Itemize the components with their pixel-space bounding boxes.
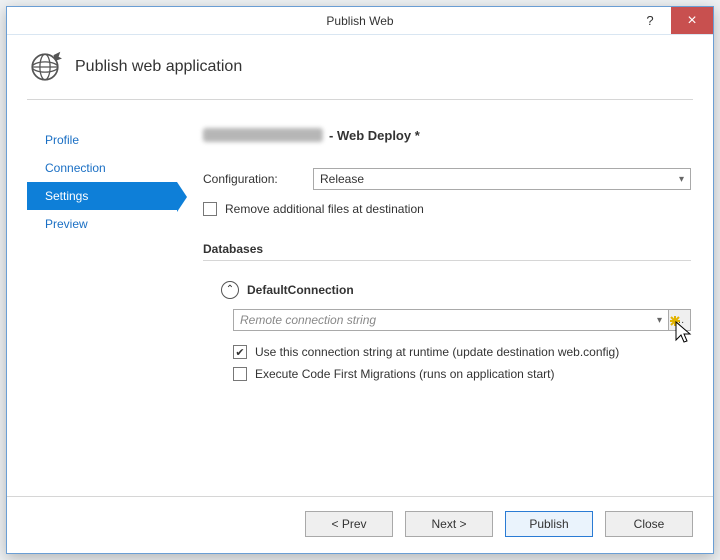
connection-browse-button[interactable]: … (669, 309, 691, 331)
remove-files-checkbox[interactable] (203, 202, 217, 216)
publish-button[interactable]: Publish (505, 511, 593, 537)
wizard-sidebar: Profile Connection Settings Preview (27, 110, 177, 496)
sidebar-item-preview[interactable]: Preview (27, 210, 177, 238)
configuration-row: Configuration: Release ▾ (203, 168, 691, 190)
ellipsis-icon: … (675, 315, 685, 326)
db-collapse-toggle[interactable]: ⌃ (221, 281, 239, 299)
next-button[interactable]: Next > (405, 511, 493, 537)
databases-separator (203, 260, 691, 261)
chevron-up-icon: ⌃ (226, 285, 234, 295)
databases-heading: Databases (203, 242, 691, 256)
globe-icon (27, 49, 63, 85)
use-conn-checkbox[interactable] (233, 345, 247, 359)
chevron-down-icon: ▾ (679, 174, 684, 185)
migrations-label[interactable]: Execute Code First Migrations (runs on a… (255, 367, 554, 381)
connection-string-combobox[interactable]: Remote connection string ▾ (233, 309, 669, 331)
dialog-body: Profile Connection Settings Preview - We… (7, 100, 713, 496)
sidebar-item-connection[interactable]: Connection (27, 154, 177, 182)
settings-panel: - Web Deploy * Configuration: Release ▾ … (177, 110, 693, 496)
profile-name-redacted (203, 128, 323, 142)
migrations-checkbox[interactable] (233, 367, 247, 381)
db-options: Use this connection string at runtime (u… (233, 345, 691, 381)
db-header-row: ⌃ DefaultConnection (221, 281, 691, 299)
use-conn-row: Use this connection string at runtime (u… (233, 345, 691, 359)
configuration-label: Configuration: (203, 172, 303, 186)
dialog-footer: < Prev Next > Publish Close (7, 496, 713, 553)
connection-string-placeholder: Remote connection string (240, 313, 376, 327)
use-conn-label[interactable]: Use this connection string at runtime (u… (255, 345, 619, 359)
sidebar-item-settings[interactable]: Settings (27, 182, 177, 210)
dialog-title: Publish web application (75, 58, 242, 76)
connection-string-row: Remote connection string ▾ … (233, 309, 691, 331)
window-title: Publish Web (7, 14, 713, 28)
dialog-heading: Publish web application (7, 35, 713, 95)
profile-name-row: - Web Deploy * (203, 124, 691, 146)
chevron-down-icon: ▾ (657, 315, 662, 326)
prev-button[interactable]: < Prev (305, 511, 393, 537)
migrations-row: Execute Code First Migrations (runs on a… (233, 367, 691, 381)
sidebar-item-profile[interactable]: Profile (27, 126, 177, 154)
remove-files-label[interactable]: Remove additional files at destination (225, 202, 424, 216)
configuration-value: Release (320, 172, 364, 186)
close-button[interactable]: Close (605, 511, 693, 537)
db-name: DefaultConnection (247, 283, 354, 297)
configuration-select[interactable]: Release ▾ (313, 168, 691, 190)
titlebar: Publish Web ? × (7, 7, 713, 35)
publish-web-dialog: Publish Web ? × Publish web application … (6, 6, 714, 554)
remove-files-row: Remove additional files at destination (203, 202, 691, 216)
database-block: ⌃ DefaultConnection Remote connection st… (221, 281, 691, 381)
deploy-method-label: - Web Deploy * (329, 128, 420, 143)
